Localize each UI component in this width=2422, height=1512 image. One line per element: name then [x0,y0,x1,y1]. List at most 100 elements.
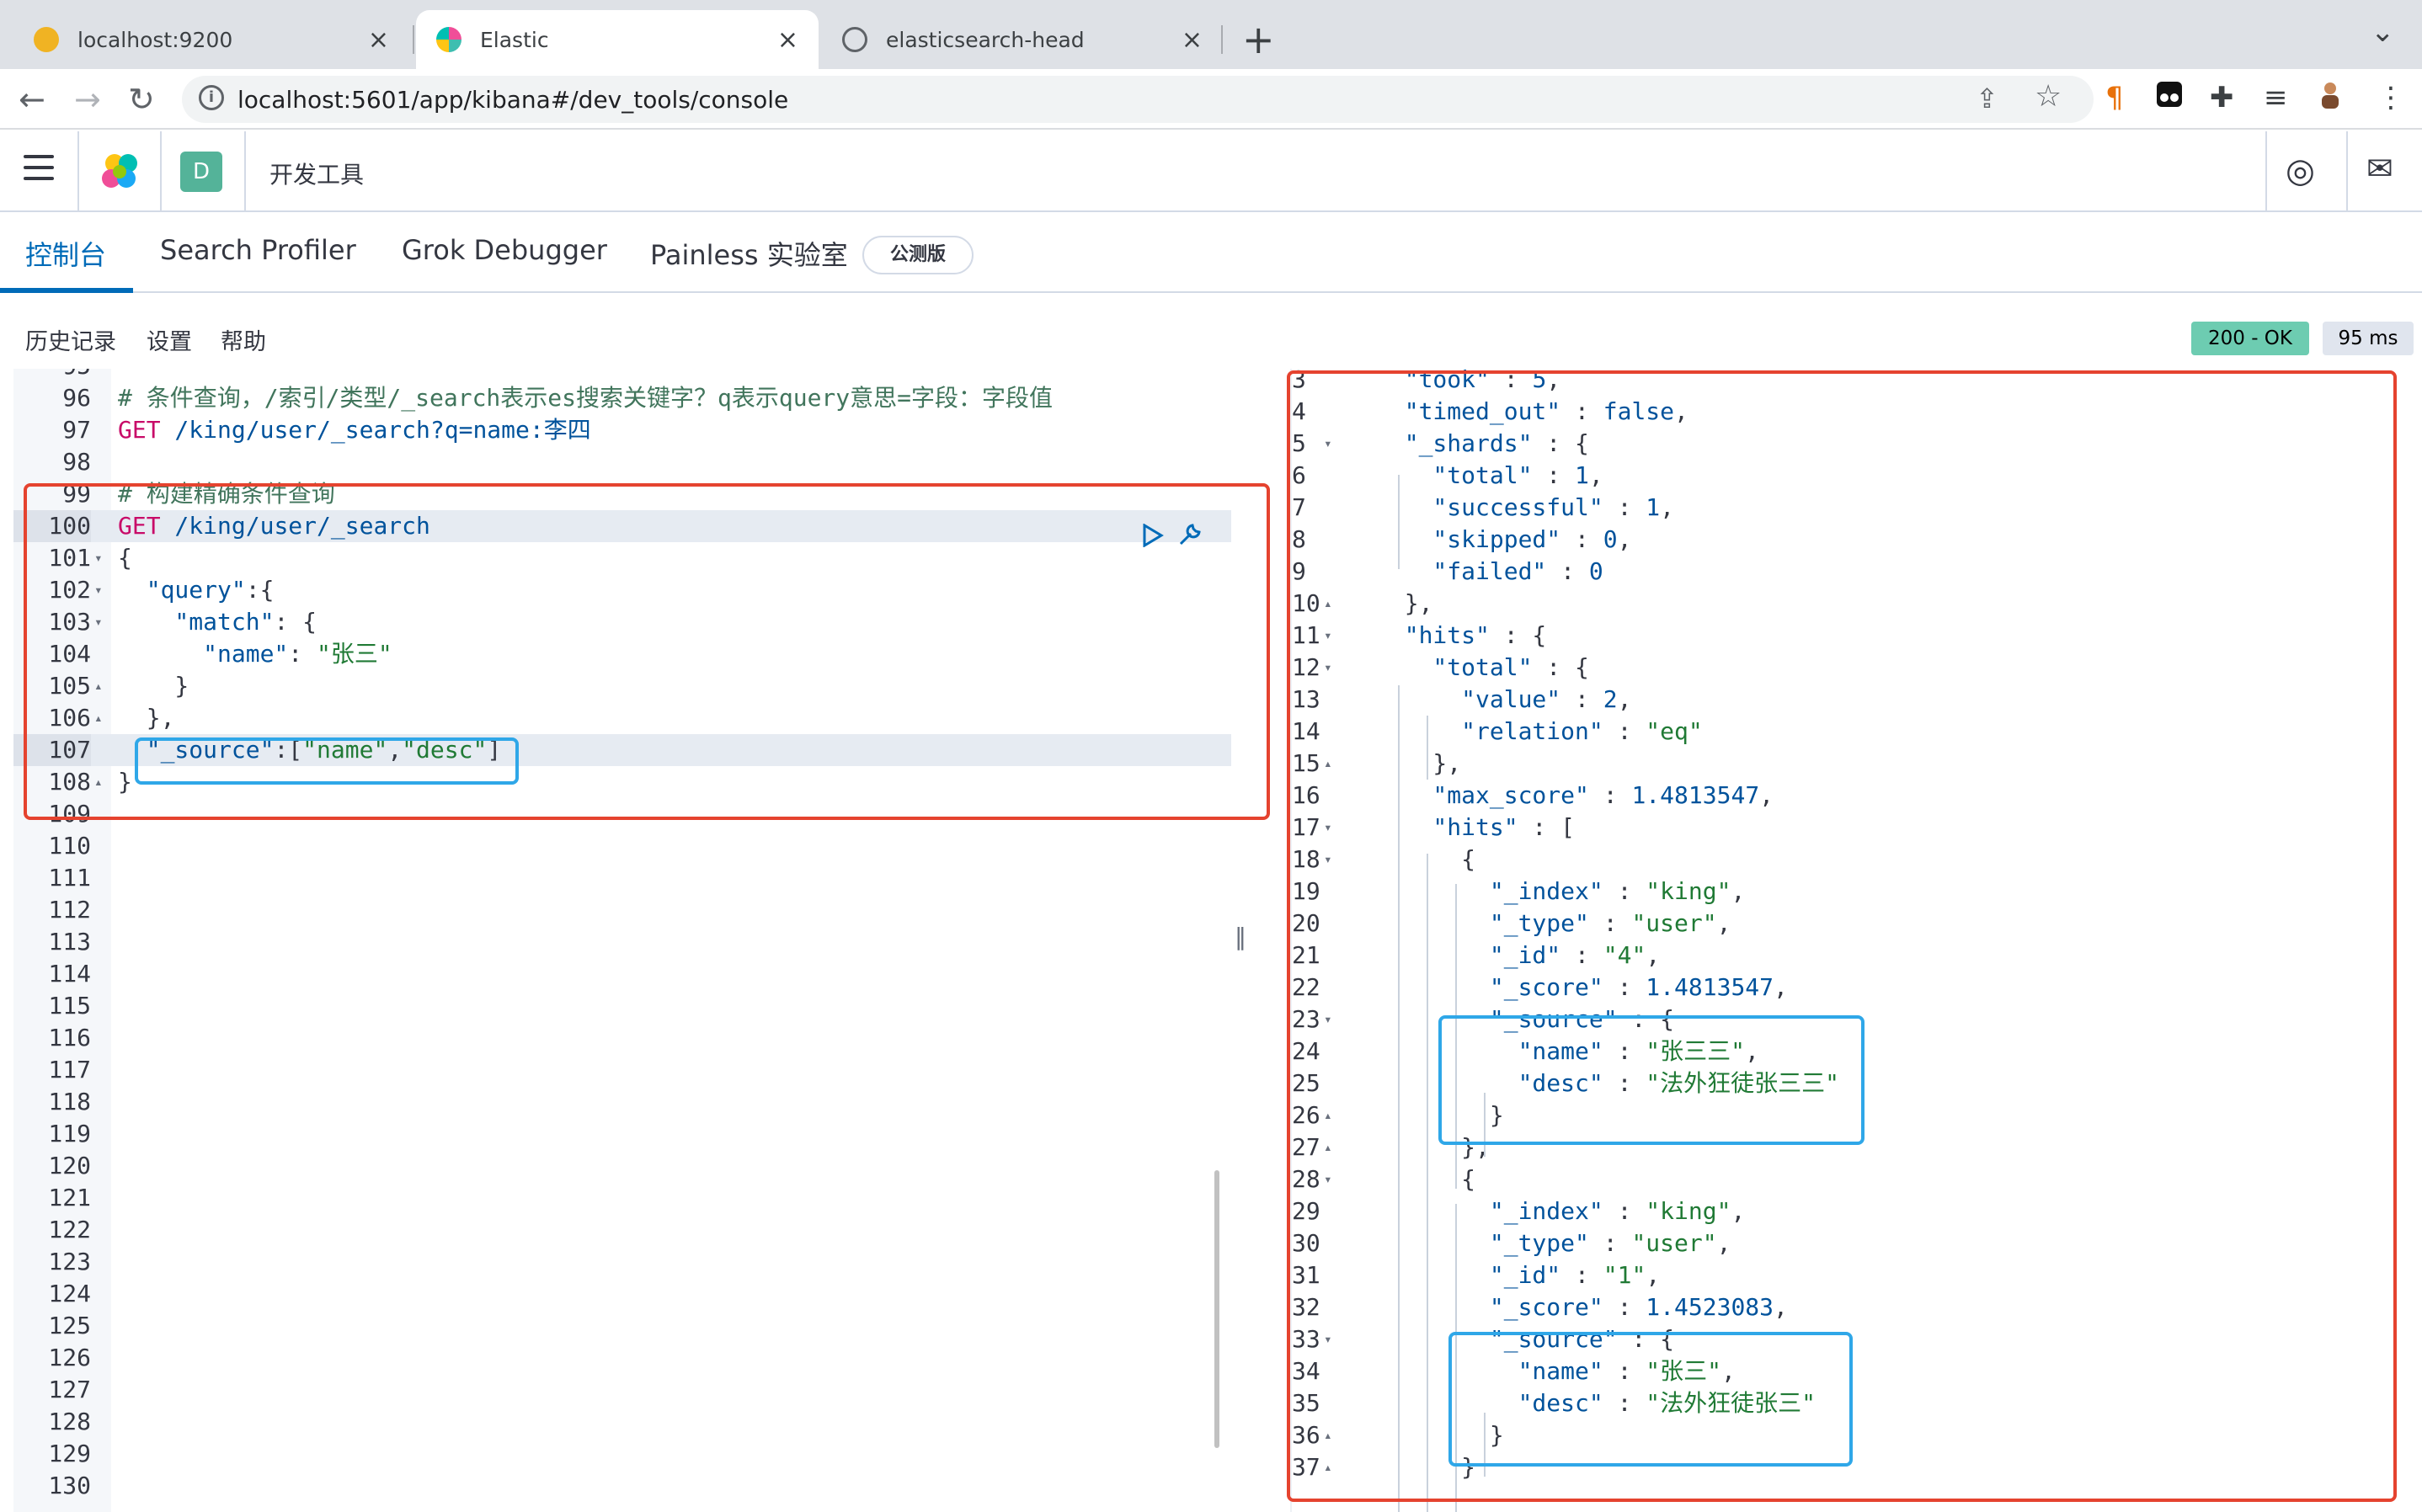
tab-title: localhost:9200 [77,27,233,52]
line-number: 126 [48,1344,91,1371]
help-lifebuoy-icon[interactable]: ◎ [2286,152,2315,190]
annotation-box-hit2-source [1448,1332,1853,1467]
line-number: 129 [48,1440,91,1467]
tab-search-chevron-icon[interactable]: ⌄ [2371,15,2395,49]
space-avatar[interactable]: D [180,152,222,192]
header-divider [2265,131,2267,212]
media-queue-icon[interactable]: ≡ [2264,81,2288,114]
reload-icon[interactable]: ↻ [128,81,155,118]
url-text[interactable]: localhost:5601/app/kibana#/dev_tools/con… [237,86,788,114]
editor-line[interactable]: 122 [13,1214,1231,1246]
tab-separator [1221,25,1223,54]
elastic-favicon-icon [436,27,461,52]
devtools-tabs: 控制台 Search Profiler Grok Debugger Painle… [0,212,2422,293]
editor-line[interactable]: 124 [13,1278,1231,1310]
tab-console[interactable]: 控制台 [25,234,106,273]
editor-line[interactable]: 112 [13,894,1231,926]
tampermonkey-extension-icon[interactable] [2156,81,2183,115]
editor-line[interactable]: 123 [13,1246,1231,1278]
annotation-box-source-filter [135,737,519,785]
editor-line[interactable]: 110 [13,830,1231,862]
settings-link[interactable]: 设置 [147,323,192,356]
tab-grok-debugger[interactable]: Grok Debugger [402,234,607,266]
browser-tab-strip: localhost:9200 × Elastic × elasticsearch… [0,0,2422,69]
browser-toolbar: ← → ↻ i localhost:5601/app/kibana#/dev_t… [0,69,2422,130]
line-number: 119 [48,1120,91,1147]
browser-menu-kebab-icon[interactable]: ⋮ [2377,81,2405,114]
editor-line[interactable]: 126 [13,1342,1231,1374]
tab-search-profiler[interactable]: Search Profiler [160,234,356,266]
line-content[interactable]: GET /king/user/_search?q=name:李四 [118,414,591,446]
tab-title: elasticsearch-head [886,27,1085,52]
tab-separator [413,25,414,54]
history-link[interactable]: 历史记录 [25,323,116,356]
header-divider [160,131,162,212]
share-icon[interactable]: ⇪ [1976,83,1998,114]
globe-icon [842,27,867,52]
browser-tab-elasticsearch-head[interactable]: elasticsearch-head × [822,10,1223,69]
pilcrow-extension-icon[interactable]: ¶ [2105,81,2124,114]
editor-line[interactable]: 113 [13,926,1231,958]
line-number: 113 [48,928,91,956]
site-info-icon[interactable]: i [199,85,224,110]
browser-tab-localhost-9200[interactable]: localhost:9200 × [13,10,409,69]
line-number: 96 [62,384,91,412]
elasticsearch-favicon-icon [34,27,59,52]
beta-badge: 公测版 [862,236,974,274]
line-content[interactable]: # 条件查询，/索引/类型/_search表示es搜索关键字？q表示query意… [118,382,1053,414]
hamburger-menu-icon[interactable] [24,155,54,188]
editor-line[interactable]: 117 [13,1054,1231,1086]
editor-scrollbar[interactable] [1214,1170,1219,1448]
pane-resizer-handle[interactable]: ‖ [1235,923,1246,950]
line-number: 118 [48,1088,91,1115]
editor-line[interactable]: 115 [13,990,1231,1022]
line-number: 97 [62,416,91,444]
profile-avatar-icon[interactable] [2318,81,2343,117]
line-number: 123 [48,1248,91,1275]
line-number: 117 [48,1056,91,1083]
editor-line[interactable]: 130 [13,1470,1231,1502]
request-path: /king/user/_search?q=name:李四 [160,416,591,444]
editor-line[interactable]: 116 [13,1022,1231,1054]
response-time-badge: 95 ms [2323,322,2414,355]
elastic-logo-icon[interactable] [99,150,143,194]
line-number: 95 [13,369,91,382]
editor-line[interactable]: 125 [13,1310,1231,1342]
close-tab-icon[interactable]: × [1182,25,1203,55]
header-divider [2346,131,2348,212]
line-number: 110 [48,832,91,860]
forward-arrow-icon[interactable]: → [74,81,101,118]
editor-line[interactable]: 129 [13,1438,1231,1470]
header-divider [244,131,246,212]
newsfeed-mail-icon[interactable]: ✉ [2366,150,2393,187]
help-link[interactable]: 帮助 [221,323,266,356]
line-number: 114 [48,960,91,988]
editor-line[interactable]: 127 [13,1374,1231,1406]
editor-line[interactable]: 96 # 条件查询，/索引/类型/_search表示es搜索关键字？q表示quer… [13,382,1231,414]
address-bar[interactable]: i localhost:5601/app/kibana#/dev_tools/c… [182,76,2094,123]
editor-line[interactable]: 114 [13,958,1231,990]
annotation-box-hit1-source [1438,1015,1865,1145]
browser-tab-elastic[interactable]: Elastic × [416,10,819,69]
editor-line[interactable]: 95 [13,369,1231,382]
line-number: 121 [48,1184,91,1211]
editor-line[interactable]: 98 [13,446,1231,478]
editor-line[interactable]: 121 [13,1182,1231,1214]
editor-line[interactable]: 128 [13,1406,1231,1438]
back-arrow-icon[interactable]: ← [19,81,45,118]
editor-line[interactable]: 118 [13,1086,1231,1118]
close-tab-icon[interactable]: × [368,25,389,55]
tab-painless-lab[interactable]: Painless 实验室 [650,234,848,273]
http-method: GET [118,416,161,444]
header-divider [77,131,79,212]
new-tab-plus-icon[interactable]: + [1242,17,1275,62]
console-toolbar: 历史记录 设置 帮助 200 - OK 95 ms [0,311,2422,365]
editor-line[interactable]: 97 GET /king/user/_search?q=name:李四 [13,414,1231,446]
line-number: 115 [48,992,91,1020]
editor-line[interactable]: 120 [13,1150,1231,1182]
extensions-puzzle-icon[interactable]: ✚ [2210,81,2234,114]
bookmark-star-icon[interactable]: ☆ [2035,79,2062,114]
editor-line[interactable]: 119 [13,1118,1231,1150]
editor-line[interactable]: 111 [13,862,1231,894]
close-tab-icon[interactable]: × [777,25,798,55]
